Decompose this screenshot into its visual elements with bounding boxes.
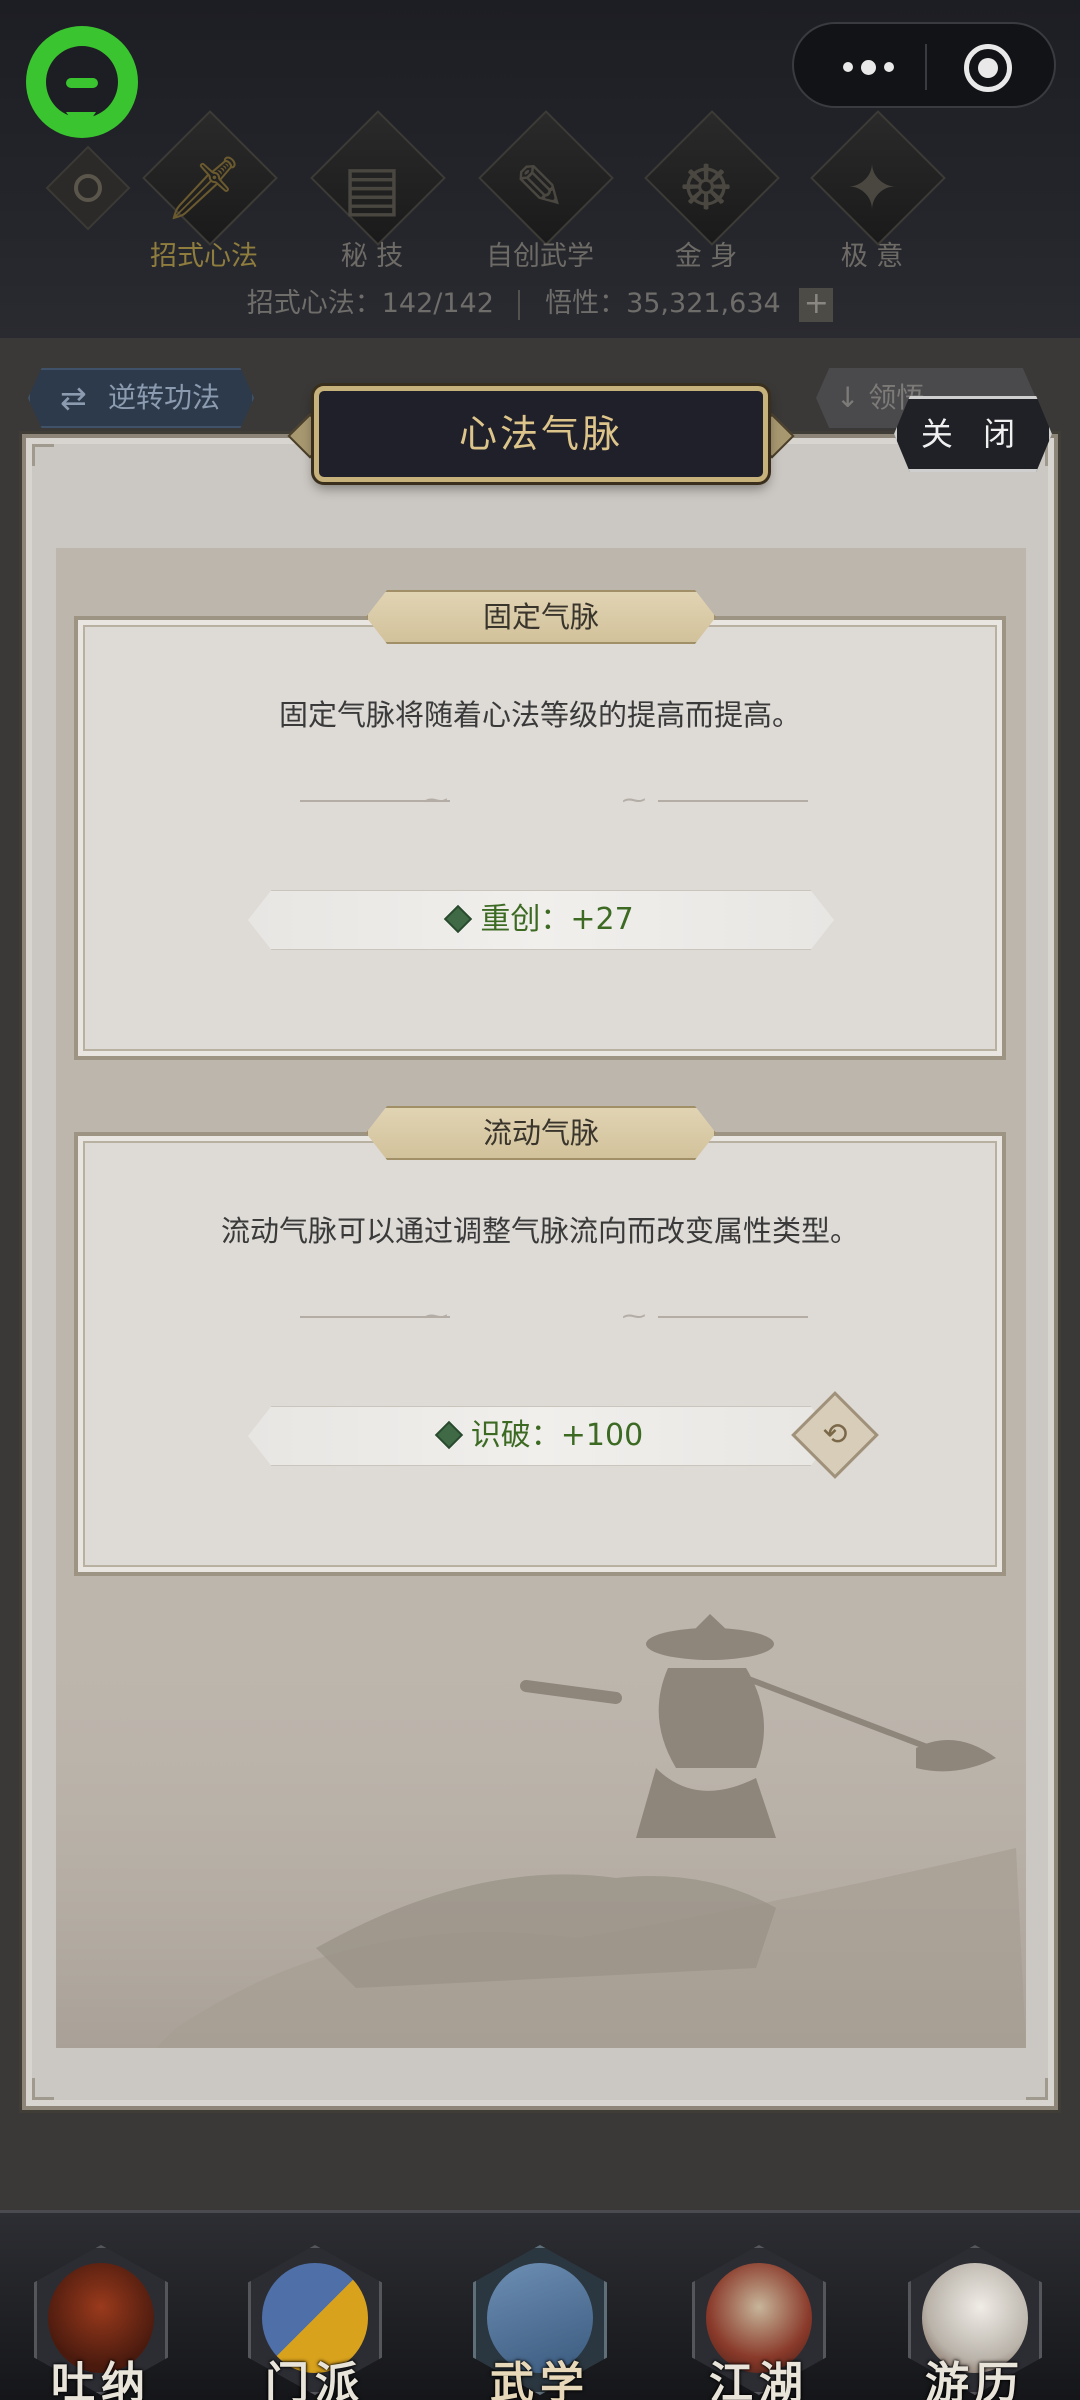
gem-icon	[434, 1420, 463, 1449]
nav-item-jianghu[interactable]: 江湖	[684, 2245, 834, 2400]
divider-ornament	[658, 800, 808, 802]
fixed-meridian-heading: 固定气脉	[366, 590, 716, 644]
tab-secret-skills[interactable]: ▤ 秘 技	[302, 110, 446, 280]
nav-label: 游历	[925, 2358, 1025, 2400]
tab-label: 秘 技	[340, 241, 404, 272]
stat-label: 重创：	[480, 902, 571, 937]
tab-label: 金 身	[674, 241, 738, 272]
tab-self-created[interactable]: ✎ 自创武学	[470, 110, 614, 280]
bottom-nav: 吐纳 门派 武学 江湖 游历	[0, 2210, 1080, 2400]
reverse-technique-button[interactable]: ⇄ 逆转功法	[28, 368, 254, 428]
add-comprehension-button[interactable]: +	[799, 287, 834, 322]
nav-item-sect[interactable]: 门派	[240, 2245, 390, 2400]
close-miniprogram-icon[interactable]	[964, 44, 1012, 92]
book-icon: ▤	[342, 151, 402, 224]
flow-meridian-card: 流动气脉 流动气脉可以通过调整气脉流向而改变属性类型。 ⁓ ⁓ 识破：+100 …	[74, 1106, 1006, 1576]
wechat-logo-icon[interactable]	[26, 26, 138, 138]
eye-icon[interactable]	[45, 145, 131, 231]
tab-label: 招式心法	[150, 241, 258, 272]
divider-ornament: ⁓	[622, 1302, 646, 1330]
fixed-meridian-description: 固定气脉将随着心法等级的提高而提高。	[278, 698, 801, 732]
divider-ornament: ⁓	[622, 786, 646, 814]
sword-icon: 🗡	[164, 151, 244, 224]
martial-stance-icon: ✦	[846, 151, 898, 224]
moves-value: 142/142	[381, 288, 494, 319]
scroll-icon: ✎	[514, 151, 566, 224]
tab-golden-body[interactable]: ☸ 金 身	[636, 110, 780, 280]
stat-label: 识破：	[470, 1418, 561, 1453]
divider-ornament: ⁓	[424, 786, 448, 814]
fixed-stat-bar: 重创：+27	[248, 890, 834, 950]
gem-icon	[444, 904, 473, 933]
nav-item-breathing[interactable]: 吐纳	[26, 2245, 176, 2400]
nav-label: 门派	[265, 2358, 365, 2400]
swap-arrows-icon: ⇄	[60, 379, 87, 417]
flow-meridian-description: 流动气脉可以通过调整气脉流向而改变属性类型。	[220, 1214, 859, 1248]
divider-ornament	[658, 1316, 808, 1318]
down-arrow-icon: ↓	[836, 381, 869, 414]
nav-item-travel[interactable]: 游历	[900, 2245, 1050, 2400]
divider-ornament: ⁓	[424, 1302, 448, 1330]
tab-label: 极 意	[840, 241, 904, 272]
miniprogram-capsule	[792, 22, 1056, 108]
nav-label: 武学	[490, 2358, 590, 2400]
tab-label: 自创武学	[486, 241, 594, 272]
stat-value: +100	[560, 1418, 644, 1453]
moves-label: 招式心法：	[246, 288, 382, 319]
swap-icon: ⟲	[822, 1417, 848, 1452]
modal-title: 心法气脉	[314, 386, 768, 482]
meditation-icon: ☸	[678, 151, 734, 224]
comprehension-label: 悟性：	[545, 288, 627, 319]
tab-ultimate[interactable]: ✦ 极 意	[802, 110, 946, 280]
flow-stat-bar: 识破：+100	[248, 1406, 834, 1466]
tab-moves[interactable]: 🗡 招式心法	[134, 110, 278, 280]
reverse-technique-label: 逆转功法	[108, 381, 221, 414]
stats-row: 招式心法：142/142 悟性：35,321,634 +	[0, 284, 1080, 324]
close-button[interactable]: 关 闭	[894, 396, 1052, 472]
fixed-meridian-card: 固定气脉 固定气脉将随着心法等级的提高而提高。 ⁓ ⁓ 重创：+27	[74, 590, 1006, 1060]
nav-label: 吐纳	[51, 2358, 151, 2400]
fisherman-illustration	[56, 1608, 1026, 2048]
top-bar: 🗡 招式心法 ▤ 秘 技 ✎ 自创武学 ☸ 金 身 ✦ 极 意 招式心法：142…	[0, 0, 1080, 340]
flow-meridian-heading: 流动气脉	[366, 1106, 716, 1160]
nav-label: 江湖	[709, 2358, 809, 2400]
more-icon[interactable]	[828, 52, 908, 82]
nav-item-martial-arts[interactable]: 武学	[465, 2245, 615, 2400]
stat-value: +27	[570, 902, 634, 937]
comprehension-value: 35,321,634	[626, 288, 781, 319]
